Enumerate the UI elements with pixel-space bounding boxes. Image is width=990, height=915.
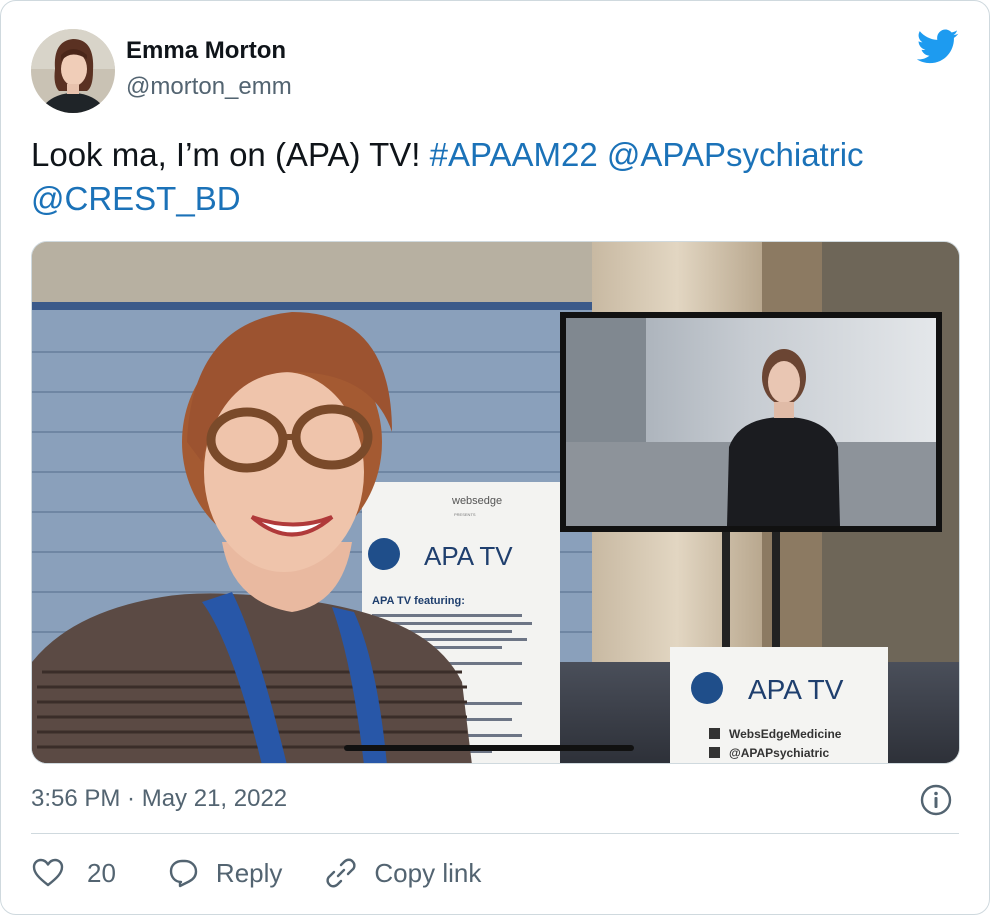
tweet-photo[interactable]: websedge PRESENTS APA TV APA TV featurin… (31, 241, 960, 764)
sign-apa-tv: APA TV (424, 541, 513, 571)
twitter-bird-icon[interactable] (916, 29, 959, 65)
reply-label: Reply (215, 857, 283, 888)
sign-presents: PRESENTS (454, 512, 476, 517)
small-sign-apa-tv: APA TV (748, 674, 844, 705)
like-button[interactable]: 20 (31, 856, 116, 890)
copy-link-label: Copy link (374, 857, 482, 888)
heart-icon (32, 858, 64, 887)
reply-button[interactable]: Reply (166, 856, 282, 890)
author-avatar[interactable] (31, 29, 115, 113)
small-sign-twitter: @APAPsychiatric (729, 746, 830, 760)
reply-icon (169, 859, 198, 888)
author-handle[interactable]: @morton_emm (126, 73, 292, 101)
author-name[interactable]: Emma Morton (126, 37, 286, 65)
tweet-embed-card: Emma Morton @morton_emm Look ma, I’m on … (0, 0, 990, 915)
divider (31, 833, 959, 834)
mention-link-crest-bd[interactable]: @CREST_BD (31, 180, 241, 217)
sign-featuring: APA TV featuring: (372, 595, 465, 607)
sign-brand: websedge (451, 495, 502, 507)
link-icon (326, 858, 356, 888)
tweet-actions: 20 Reply Copy link (31, 853, 481, 893)
tweet-body-text: Look ma, I’m on (APA) TV! (31, 136, 421, 173)
tweet-timestamp[interactable]: 3:56 PM · May 21, 2022 (31, 784, 287, 814)
info-icon[interactable] (919, 783, 953, 817)
mention-link-apapsychiatric[interactable]: @APAPsychiatric (607, 136, 864, 173)
like-count: 20 (87, 857, 116, 888)
hashtag-link[interactable]: #APAAM22 (430, 136, 598, 173)
copy-link-button[interactable]: Copy link (324, 856, 481, 890)
photo-scene: websedge PRESENTS APA TV APA TV featurin… (32, 242, 959, 763)
tweet-text: Look ma, I’m on (APA) TV! #APAAM22 @APAP… (31, 133, 951, 221)
small-sign-youtube: WebsEdgeMedicine (729, 727, 842, 741)
